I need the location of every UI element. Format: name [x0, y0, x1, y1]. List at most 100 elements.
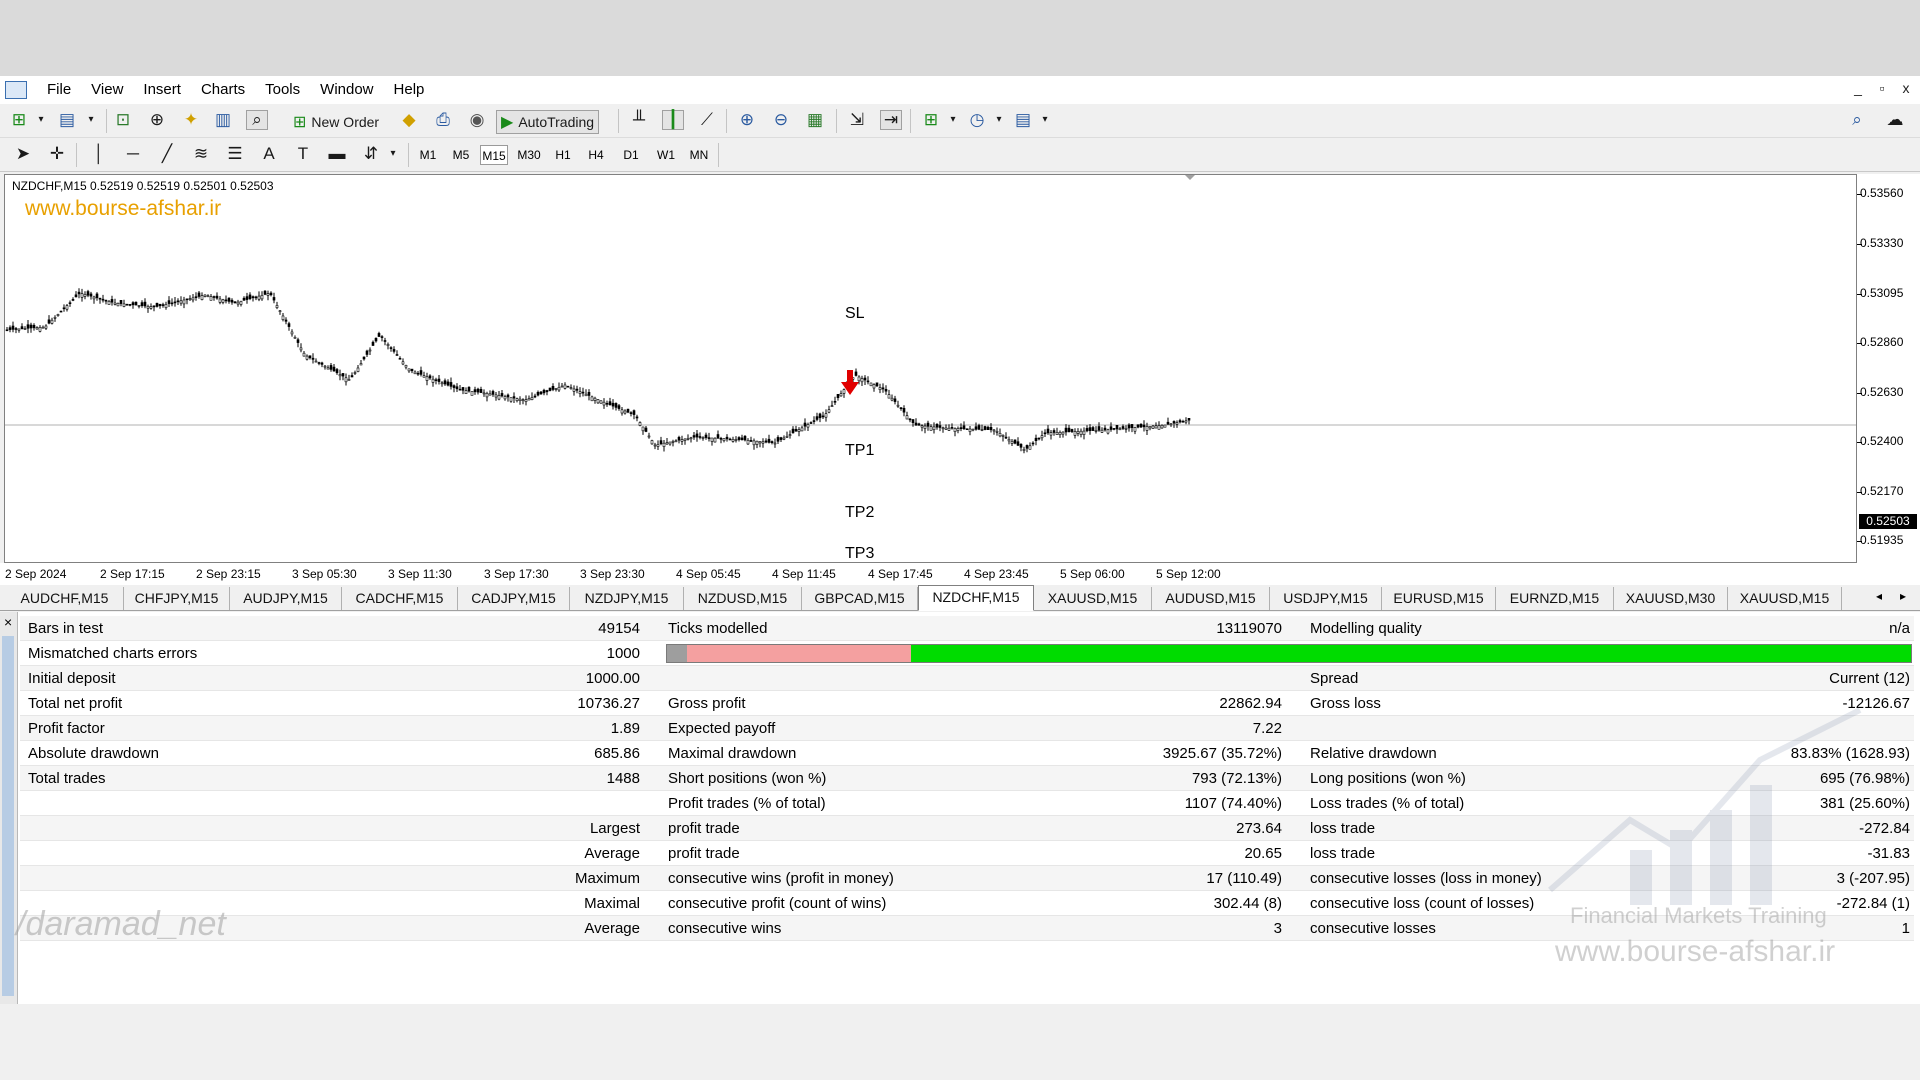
timeframe-w1[interactable]: W1 — [652, 145, 680, 165]
new-order-button[interactable]: ⊞ New Order — [288, 110, 384, 134]
close-icon[interactable]: × — [4, 614, 12, 630]
dropdown-arrow-icon[interactable]: ▾ — [30, 110, 52, 130]
chart-shift-icon[interactable]: ⇲ — [846, 110, 868, 130]
menu-tools[interactable]: Tools — [255, 76, 310, 104]
tab-audusd-m15[interactable]: AUDUSD,M15 — [1152, 587, 1270, 610]
zoom-in-icon[interactable]: ⊕ — [736, 110, 758, 130]
x-tick-label: 4 Sep 05:45 — [676, 567, 741, 581]
timeframe-mn[interactable]: MN — [685, 145, 713, 165]
watermark-logo — [1548, 707, 1862, 905]
menu-help[interactable]: Help — [384, 76, 435, 104]
candle-body — [1154, 425, 1158, 429]
trendline-icon[interactable]: ╱ — [156, 144, 178, 164]
menu-view[interactable]: View — [81, 76, 133, 104]
dropdown-arrow-icon[interactable]: ▾ — [988, 110, 1010, 130]
candlestick-icon[interactable]: ┃ — [662, 110, 684, 130]
time-axis[interactable]: 2 Sep 2024 2 Sep 17:15 2 Sep 23:15 3 Sep… — [0, 563, 1920, 585]
menu-file[interactable]: File — [37, 76, 81, 104]
candle-body — [449, 382, 453, 387]
text-label-icon[interactable]: T — [292, 144, 314, 164]
templates-icon[interactable]: ▤ — [1012, 110, 1034, 130]
x-tick-label: 2 Sep 2024 — [5, 567, 67, 581]
tab-cadjpy-m15[interactable]: CADJPY,M15 — [458, 587, 570, 610]
navigator-icon[interactable]: ✦ — [180, 110, 202, 130]
dropdown-arrow-icon[interactable]: ▾ — [80, 110, 102, 130]
tabs-scroll-right-icon[interactable]: ▸ — [1900, 589, 1906, 603]
indicators-icon[interactable]: ⊞ — [920, 110, 942, 130]
autotrading-button[interactable]: ▶ AutoTrading — [496, 110, 600, 134]
minimize-button[interactable]: _ — [1848, 80, 1868, 96]
search-icon[interactable]: ⌕ — [1846, 110, 1868, 130]
timeframe-d1[interactable]: D1 — [617, 145, 645, 165]
initial-deposit-label: Initial deposit — [28, 670, 116, 687]
tab-nzdjpy-m15[interactable]: NZDJPY,M15 — [570, 587, 684, 610]
timeframe-m5[interactable]: M5 — [447, 145, 475, 165]
menu-window[interactable]: Window — [310, 76, 383, 104]
rectangle-icon[interactable]: ▬ — [326, 144, 348, 164]
candle-body — [5, 329, 9, 332]
candle-body — [551, 386, 555, 390]
timeframe-h1[interactable]: H1 — [549, 145, 577, 165]
horizontal-line-icon[interactable]: ─ — [122, 144, 144, 164]
tab-xauusd-m15-2[interactable]: XAUUSD,M15 — [1728, 587, 1842, 610]
timeframe-h4[interactable]: H4 — [582, 145, 610, 165]
channel-icon[interactable]: ≋ — [190, 144, 212, 164]
timeframe-m15[interactable]: M15 — [480, 145, 508, 165]
candle-body — [182, 299, 186, 305]
candle-body — [752, 440, 756, 446]
chat-icon[interactable]: ☁ — [1884, 110, 1906, 130]
tabs-scroll-left-icon[interactable]: ◂ — [1876, 589, 1882, 603]
candle-body — [362, 356, 366, 360]
tab-usdjpy-m15[interactable]: USDJPY,M15 — [1270, 587, 1382, 610]
tab-xauusd-m15[interactable]: XAUUSD,M15 — [1034, 587, 1152, 610]
tile-windows-icon[interactable]: ▦ — [804, 110, 826, 130]
dropdown-arrow-icon[interactable]: ▾ — [942, 110, 964, 130]
close-window-button[interactable]: x — [1896, 80, 1916, 96]
tab-eurusd-m15[interactable]: EURUSD,M15 — [1382, 587, 1496, 610]
tab-audchf-m15[interactable]: AUDCHF,M15 — [6, 587, 124, 610]
tab-gbpcad-m15[interactable]: GBPCAD,M15 — [802, 587, 918, 610]
fibonacci-icon[interactable]: ☰ — [224, 144, 246, 164]
terminal-icon[interactable]: ▥ — [212, 110, 234, 130]
timeframe-m30[interactable]: M30 — [515, 145, 543, 165]
tab-nzdusd-m15[interactable]: NZDUSD,M15 — [684, 587, 802, 610]
cursor-icon[interactable]: ➤ — [12, 144, 34, 164]
auto-scroll-icon[interactable]: ⇥ — [880, 110, 902, 130]
candle-body — [890, 397, 894, 401]
line-chart-icon[interactable]: ⟋ — [696, 110, 718, 130]
tab-audjpy-m15[interactable]: AUDJPY,M15 — [230, 587, 342, 610]
new-chart-icon[interactable]: ⊞ — [8, 110, 30, 130]
timeframe-m1[interactable]: M1 — [414, 145, 442, 165]
vertical-line-icon[interactable]: │ — [88, 144, 110, 164]
tab-cadchf-m15[interactable]: CADCHF,M15 — [342, 587, 458, 610]
menu-charts[interactable]: Charts — [191, 76, 255, 104]
bar-chart-icon[interactable]: ╨ — [628, 110, 650, 130]
dropdown-arrow-icon[interactable]: ▾ — [382, 144, 404, 164]
price-chart[interactable]: NZDCHF,M15 0.52519 0.52519 0.52501 0.525… — [4, 174, 1857, 563]
arrows-icon[interactable]: ⇵ — [360, 144, 382, 164]
restore-button[interactable]: ▫ — [1872, 80, 1892, 96]
dropdown-arrow-icon[interactable]: ▾ — [1034, 110, 1056, 130]
tab-xauusd-m30[interactable]: XAUUSD,M30 — [1614, 587, 1728, 610]
data-window-icon[interactable]: ⊕ — [146, 110, 168, 130]
tab-nzdchf-m15[interactable]: NZDCHF,M15 — [918, 585, 1034, 611]
market-watch-icon[interactable]: ⊡ — [112, 110, 134, 130]
strategy-tester-icon[interactable]: ⌕ — [246, 110, 268, 130]
periods-icon[interactable]: ◷ — [966, 110, 988, 130]
candle-body — [296, 339, 300, 343]
candle-body — [188, 298, 192, 300]
candle-body — [23, 328, 27, 330]
signals-icon[interactable]: ⎙ — [432, 110, 454, 130]
text-icon[interactable]: A — [258, 144, 280, 164]
menu-insert[interactable]: Insert — [133, 76, 191, 104]
tab-chfjpy-m15[interactable]: CHFJPY,M15 — [124, 587, 230, 610]
price-axis[interactable]: 0.53560 0.53330 0.53095 0.52860 0.52630 … — [1857, 174, 1920, 563]
tab-eurnzd-m15[interactable]: EURNZD,M15 — [1496, 587, 1614, 610]
profiles-icon[interactable]: ▤ — [56, 110, 78, 130]
market-icon[interactable]: ◉ — [466, 110, 488, 130]
candle-body — [521, 399, 525, 401]
zoom-out-icon[interactable]: ⊖ — [770, 110, 792, 130]
max-consecutive-losses-label: consecutive losses (loss in money) — [1310, 870, 1542, 887]
metaeditor-icon[interactable]: ◆ — [398, 110, 420, 130]
crosshair-icon[interactable]: ✛ — [46, 144, 68, 164]
